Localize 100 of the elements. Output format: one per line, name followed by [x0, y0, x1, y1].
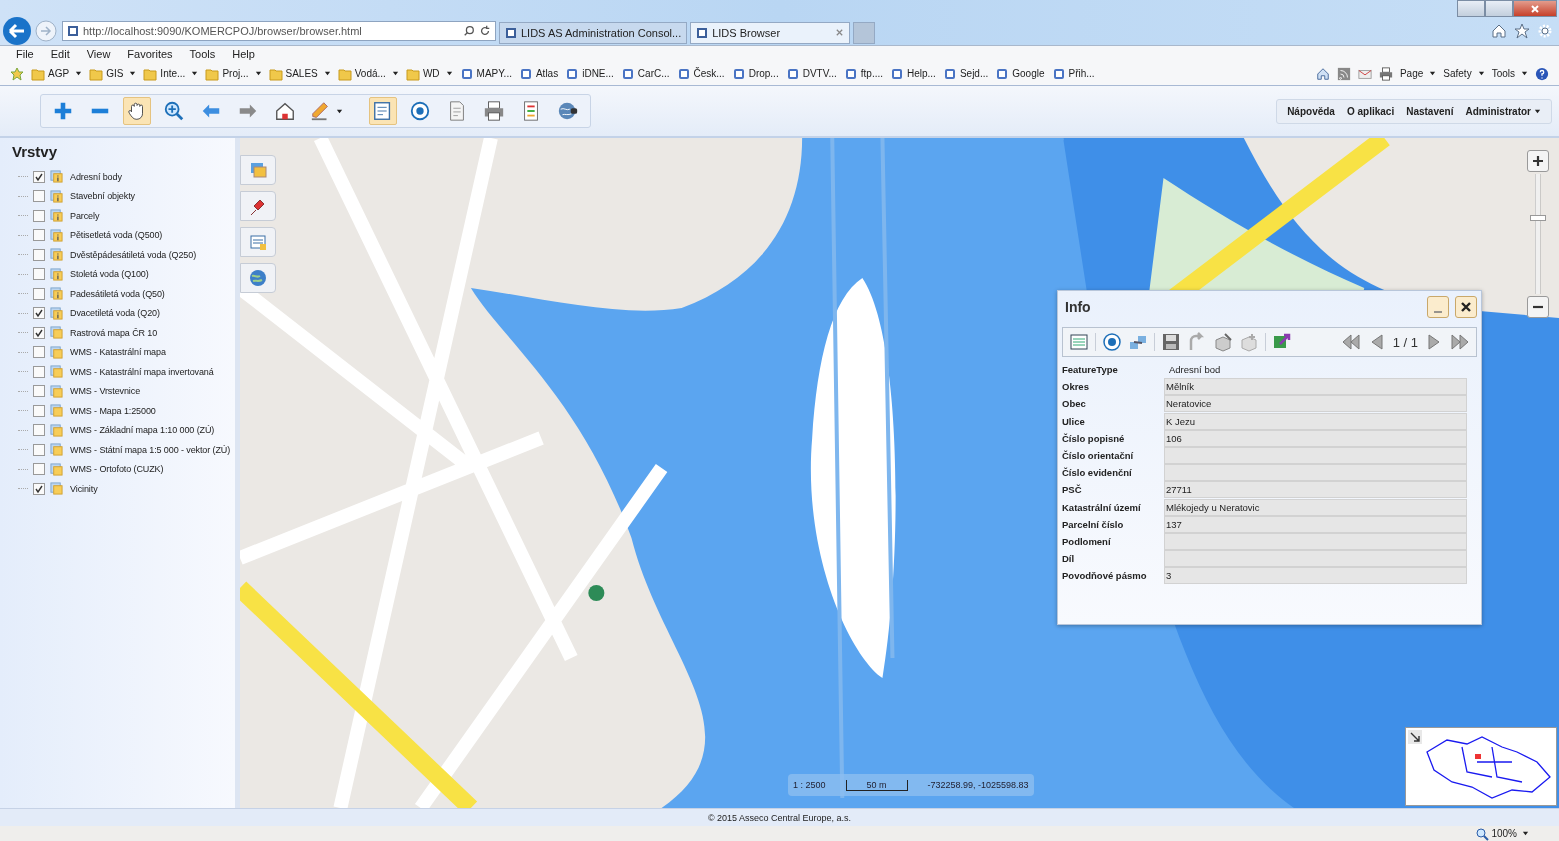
back-button[interactable] — [2, 15, 32, 46]
layer-name[interactable]: WMS - Katastrální mapa invertovaná — [70, 366, 214, 377]
header-link[interactable]: O aplikaci — [1346, 105, 1395, 117]
layer-checkbox[interactable] — [33, 287, 45, 300]
layer-name[interactable]: WMS - Základní mapa 1:10 000 (ZÚ) — [70, 425, 215, 436]
layer-name[interactable]: Stoletá voda (Q100) — [70, 269, 149, 280]
layer-checkbox[interactable] — [33, 482, 45, 495]
browser-tab[interactable]: LIDS AS Administration Consol... — [499, 21, 688, 44]
header-link[interactable]: Administrator — [1465, 105, 1541, 117]
menu-item[interactable]: Tools — [189, 48, 216, 60]
layer-name[interactable]: Adresní body — [70, 171, 122, 182]
favorite-link[interactable]: Atlas — [518, 66, 559, 81]
favorite-link[interactable]: MAPY... — [459, 66, 512, 81]
layer-name[interactable]: Vicinity — [70, 483, 98, 494]
layer-checkbox[interactable] — [33, 443, 45, 456]
tool-button[interactable] — [240, 191, 276, 221]
layer-name[interactable]: Dvěstěpádesátiletá voda (Q250) — [70, 249, 197, 260]
favorite-link[interactable]: Proj... — [205, 66, 262, 81]
menu-item[interactable]: Help — [232, 48, 255, 60]
forward-button[interactable] — [35, 19, 57, 42]
favorite-link[interactable]: Inte... — [143, 66, 199, 81]
zoom-out-button[interactable] — [1527, 296, 1549, 318]
print-icon[interactable] — [1378, 66, 1393, 81]
search-icon[interactable] — [463, 24, 475, 37]
tool-button[interactable] — [123, 97, 151, 125]
home-icon[interactable] — [1491, 22, 1507, 39]
layer-checkbox[interactable] — [33, 404, 45, 417]
favorite-link[interactable]: Google — [995, 66, 1045, 81]
favorite-link[interactable]: Česk... — [676, 66, 725, 81]
restore-button[interactable] — [1485, 0, 1513, 17]
layer-name[interactable]: Dvacetiletá voda (Q20) — [70, 308, 160, 319]
layer-name[interactable]: WMS - Mapa 1:25000 — [70, 405, 156, 416]
address-bar[interactable]: http://localhost:9090/KOMERCPOJ/browser/browser.html — [62, 20, 496, 41]
last-page-icon[interactable] — [1450, 332, 1470, 352]
layer-checkbox[interactable] — [33, 385, 45, 398]
first-page-icon[interactable] — [1340, 332, 1361, 352]
layer-name[interactable]: WMS - Ortofoto (CUZK) — [70, 464, 164, 475]
refresh-icon[interactable] — [479, 24, 491, 37]
favorite-link[interactable]: Drop... — [731, 66, 779, 81]
close-icon[interactable] — [835, 28, 845, 37]
layer-name[interactable]: Pětisetletá voda (Q500) — [70, 230, 163, 241]
favorites-star-icon[interactable] — [10, 66, 24, 81]
favorite-link[interactable]: AGP — [31, 66, 83, 81]
layer-checkbox[interactable] — [33, 307, 45, 320]
minimize-button[interactable] — [1427, 296, 1449, 318]
favorite-link[interactable]: Vodá... — [337, 66, 399, 81]
layer-name[interactable]: Stavební objekty — [70, 191, 135, 202]
favorite-link[interactable]: SALES — [268, 66, 331, 81]
browser-tab[interactable]: LIDS Browser — [690, 21, 851, 44]
minimize-button[interactable] — [1457, 0, 1485, 17]
layer-checkbox[interactable] — [33, 190, 45, 203]
help-icon[interactable] — [1535, 66, 1549, 81]
layer-name[interactable]: Rastrová mapa ČR 10 — [70, 327, 158, 338]
tool-button[interactable] — [369, 97, 397, 125]
command-menu[interactable]: Tools — [1491, 68, 1528, 79]
favorite-link[interactable]: Help... — [890, 66, 936, 81]
star-icon[interactable] — [1514, 22, 1530, 39]
list-icon[interactable] — [1069, 332, 1089, 352]
close-button[interactable] — [1455, 296, 1477, 318]
layer-checkbox[interactable] — [33, 248, 45, 261]
save-icon[interactable] — [1161, 332, 1181, 352]
cube-icon[interactable] — [1239, 332, 1259, 352]
layer-checkbox[interactable] — [33, 170, 45, 183]
command-menu[interactable]: Safety — [1443, 68, 1485, 79]
favorite-link[interactable]: DVTV... — [785, 66, 837, 81]
settings-icon[interactable] — [1537, 22, 1553, 39]
command-menu[interactable]: Page — [1399, 68, 1437, 79]
layer-checkbox[interactable] — [33, 229, 45, 242]
zoom-level[interactable]: 100% — [1475, 826, 1529, 841]
favorite-link[interactable]: Sejd... — [942, 66, 989, 81]
layer-name[interactable]: WMS - Státní mapa 1:5 000 - vektor (ZÚ) — [70, 444, 231, 455]
target-icon[interactable] — [1102, 332, 1122, 352]
menu-item[interactable]: Edit — [50, 48, 70, 60]
favorite-link[interactable]: iDNE... — [565, 66, 614, 81]
layer-checkbox[interactable] — [33, 326, 45, 339]
menu-item[interactable]: File — [16, 48, 34, 60]
cube-icon[interactable] — [1213, 332, 1233, 352]
feeds-icon[interactable] — [1336, 66, 1351, 81]
collapse-arrow-icon[interactable] — [1408, 730, 1422, 744]
favorite-link[interactable]: GIS — [89, 66, 137, 81]
layer-name[interactable]: WMS - Katastrální mapa — [70, 347, 166, 358]
layer-checkbox[interactable] — [33, 365, 45, 378]
favorite-link[interactable]: CarC... — [620, 66, 670, 81]
favorite-link[interactable]: Přih... — [1051, 66, 1095, 81]
favorite-link[interactable]: WD — [405, 66, 453, 81]
header-link[interactable]: Nápověda — [1287, 105, 1335, 117]
layer-name[interactable]: Padesátiletá voda (Q50) — [70, 288, 165, 299]
overview-map[interactable] — [1405, 727, 1557, 806]
home-icon[interactable] — [1315, 66, 1330, 81]
favorite-link[interactable]: ftp.... — [843, 66, 883, 81]
layer-checkbox[interactable] — [33, 424, 45, 437]
menu-item[interactable]: View — [86, 48, 111, 60]
header-link[interactable]: Nastavení — [1406, 105, 1454, 117]
menu-item[interactable]: Favorites — [127, 48, 173, 60]
layer-checkbox[interactable] — [33, 209, 45, 222]
layer-name[interactable]: WMS - Vrstevnice — [70, 386, 141, 397]
zoom-slider-thumb[interactable] — [1530, 215, 1546, 222]
layer-checkbox[interactable] — [33, 463, 45, 476]
layer-checkbox[interactable] — [33, 268, 45, 281]
layer-checkbox[interactable] — [33, 346, 45, 359]
